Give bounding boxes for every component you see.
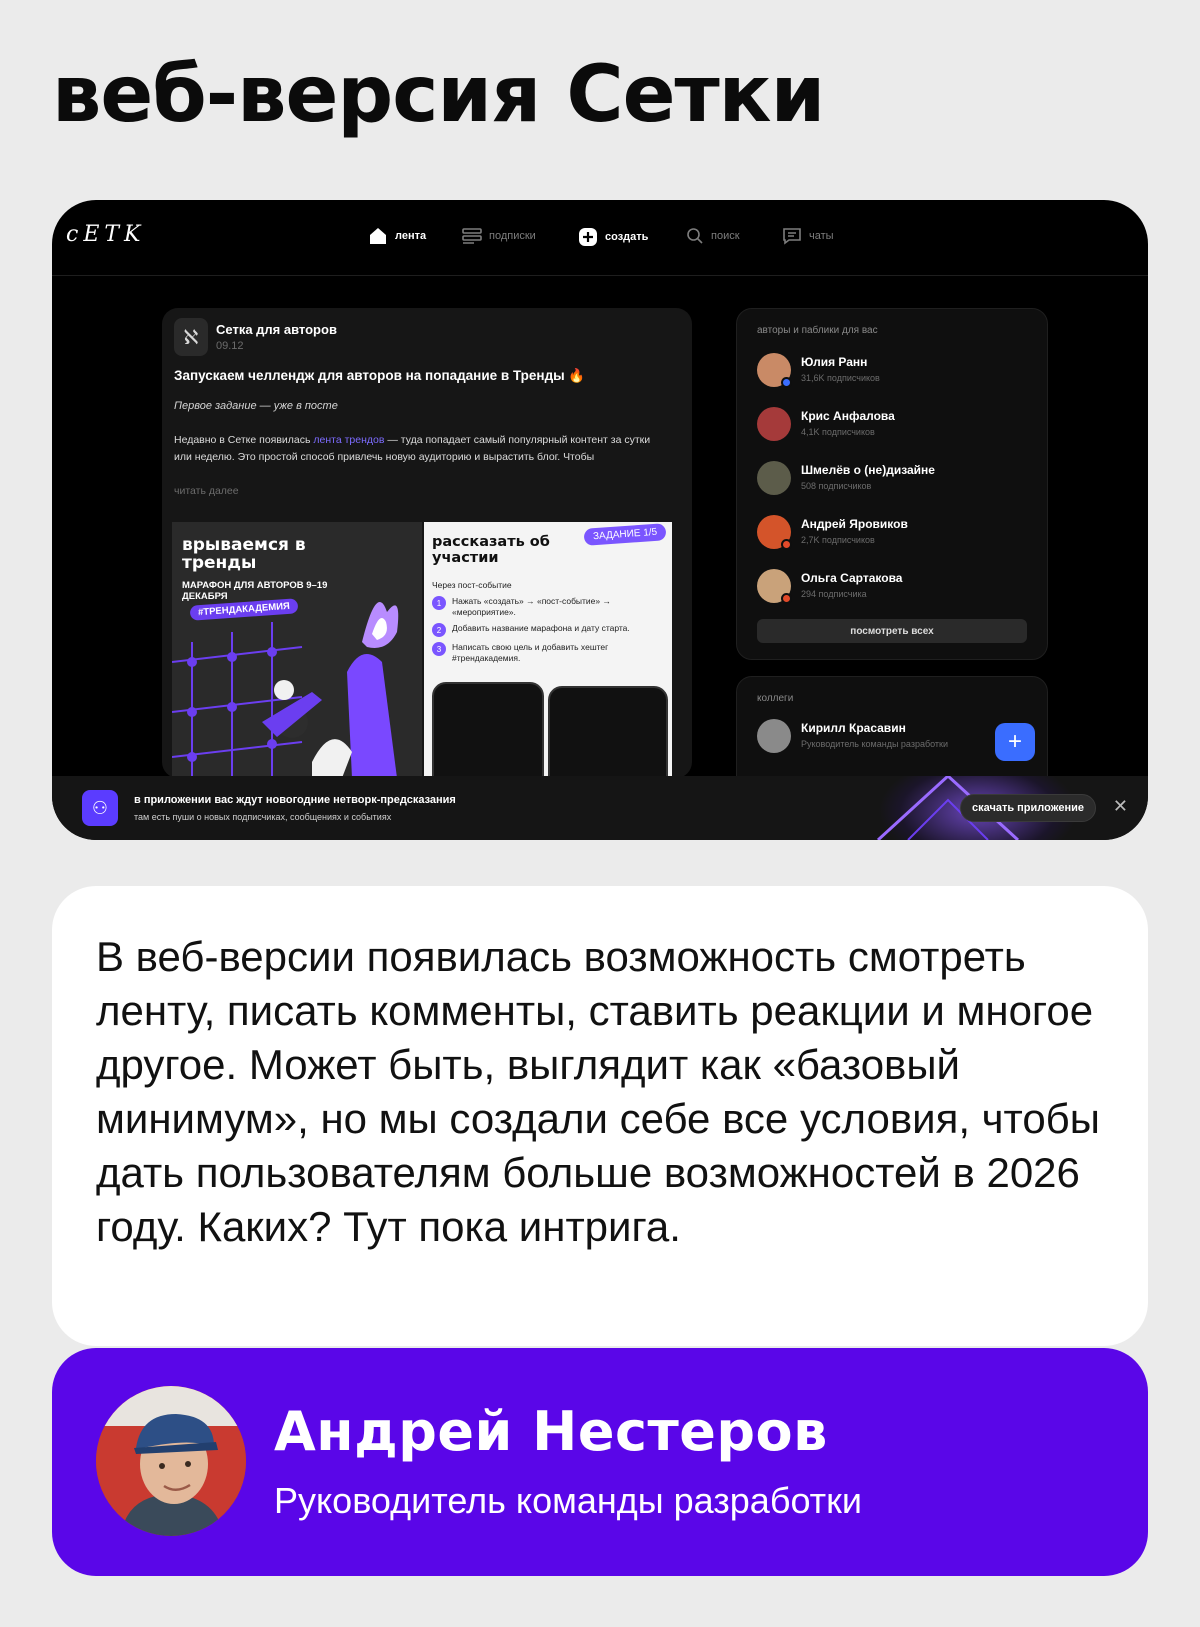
- promo-title: врываемся в тренды: [182, 535, 306, 573]
- status-dot: [781, 593, 792, 604]
- author-suggestion[interactable]: Юлия Ранн 31,6K подписчиков: [757, 351, 1037, 391]
- add-colleague-button[interactable]: +: [995, 723, 1035, 761]
- home-icon: [370, 228, 386, 244]
- author-photo: [96, 1386, 246, 1536]
- subscriptions-icon: [462, 228, 482, 244]
- promo-subtitle: МАРАФОН ДЛЯ АВТОРОВ 9–19 ДЕКАБРЯ: [182, 580, 328, 602]
- description-text: В веб-версии появилась возможность смотр…: [96, 933, 1100, 1250]
- banner-subtitle: там есть пуши о новых подписчиках, сообщ…: [134, 812, 392, 822]
- close-icon[interactable]: ✕: [1113, 796, 1128, 817]
- nav-label: чаты: [809, 230, 834, 242]
- nav-item-chats[interactable]: чаты: [782, 227, 834, 245]
- nav-item-search[interactable]: поиск: [686, 227, 740, 245]
- read-more-link[interactable]: читать далее: [174, 485, 239, 497]
- nav-item-create[interactable]: создать: [578, 227, 648, 247]
- page-title: веб-версия Сетки: [52, 50, 825, 140]
- author-suggestion[interactable]: Крис Анфалова 4,1K подписчиков: [757, 405, 1037, 445]
- promo-image-right[interactable]: ЗАДАНИЕ 1/5 рассказать об участии Через …: [424, 522, 672, 778]
- task-badge: ЗАДАНИЕ 1/5: [583, 523, 667, 546]
- author-followers: 2,7K подписчиков: [801, 535, 875, 545]
- feed-post: ℵ Сетка для авторов 09.12 Запускаем челл…: [162, 308, 692, 778]
- promo-step: 2 Добавить название марафона и дату старт…: [432, 623, 664, 637]
- author-card: Андрей Нестеров Руководитель команды раз…: [52, 1348, 1148, 1576]
- app-promo-banner: ⚇ в приложении вас ждут новогодние нетво…: [52, 776, 1148, 840]
- author-name: Андрей Нестеров: [274, 1400, 828, 1463]
- author-name: Крис Анфалова: [801, 409, 895, 423]
- channel-avatar[interactable]: ℵ: [174, 318, 208, 356]
- promo-image-left[interactable]: врываемся в тренды МАРАФОН ДЛЯ АВТОРОВ 9…: [172, 522, 422, 778]
- author-followers: 508 подписчиков: [801, 481, 872, 491]
- plus-square-icon: [579, 228, 597, 246]
- avatar: [757, 407, 791, 441]
- app-icon: ⚇: [82, 790, 118, 826]
- colleague-name: Кирилл Красавин: [801, 721, 906, 735]
- promo-steps: 1 Нажать «создать» → «пост-событие» → «ме…: [432, 596, 664, 669]
- promo-step: 1 Нажать «создать» → «пост-событие» → «ме…: [432, 596, 664, 618]
- recommended-authors: авторы и паблики для вас Юлия Ранн 31,6K…: [736, 308, 1048, 660]
- nav-label: лента: [395, 230, 427, 242]
- author-followers: 4,1K подписчиков: [801, 427, 875, 437]
- description-card: В веб-версии появилась возможность смотр…: [52, 886, 1148, 1346]
- phone-mockup: [432, 682, 544, 778]
- author-name: Юлия Ранн: [801, 355, 868, 369]
- app-logo[interactable]: cETK: [66, 222, 146, 247]
- colleagues-header: коллеги: [757, 693, 794, 704]
- post-author[interactable]: Сетка для авторов: [216, 322, 337, 337]
- post-date: 09.12: [216, 340, 244, 352]
- nav-label: создать: [605, 231, 649, 243]
- search-icon: [687, 228, 703, 244]
- see-all-button[interactable]: посмотреть всех: [757, 619, 1027, 643]
- promo-step: 3 Написать свою цель и добавить хештег #т…: [432, 642, 664, 664]
- nav-label: подписки: [489, 230, 536, 242]
- promo-task-via: Через пост-событие: [432, 580, 512, 590]
- download-app-button[interactable]: скачать приложение: [959, 794, 1096, 822]
- nav-item-feed[interactable]: лента: [368, 227, 426, 245]
- author-portrait: [96, 1386, 246, 1536]
- author-suggestion[interactable]: Шмелёв о (не)дизайне 508 подписчиков: [757, 459, 1037, 499]
- author-name: Шмелёв о (не)дизайне: [801, 463, 935, 477]
- avatar: [757, 719, 791, 753]
- author-role: Руководитель команды разработки: [274, 1480, 863, 1521]
- recommended-header: авторы и паблики для вас: [757, 325, 878, 336]
- top-navbar: cETK лента подписки создать поиск чаты: [52, 200, 1148, 276]
- post-subtitle: Первое задание — уже в посте: [174, 400, 338, 412]
- plus-icon: +: [1007, 728, 1022, 755]
- nav-label: поиск: [711, 230, 740, 242]
- author-suggestion[interactable]: Андрей Яровиков 2,7K подписчиков: [757, 513, 1037, 553]
- chat-icon: [783, 228, 801, 245]
- trends-link[interactable]: лента трендов: [313, 434, 384, 446]
- banner-title: в приложении вас ждут новогодние нетворк…: [134, 794, 456, 806]
- author-followers: 31,6K подписчиков: [801, 373, 880, 383]
- phone-mockup: [548, 686, 668, 778]
- status-dot: [781, 377, 792, 388]
- post-title: Запускаем челлендж для авторов на попада…: [174, 368, 586, 383]
- promo-task-title: рассказать об участии: [432, 534, 550, 566]
- colleague-role: Руководитель команды разработки: [801, 739, 949, 749]
- author-followers: 294 подписчика: [801, 589, 867, 599]
- author-name: Андрей Яровиков: [801, 517, 908, 531]
- web-app-screenshot: cETK лента подписки создать поиск чаты ℵ…: [52, 200, 1148, 840]
- status-dot: [781, 539, 792, 550]
- nav-item-subscriptions[interactable]: подписки: [462, 227, 536, 245]
- avatar: [757, 461, 791, 495]
- author-name: Ольга Сартакова: [801, 571, 903, 585]
- post-body: Недавно в Сетке появилась лента трендов …: [174, 434, 651, 463]
- author-suggestion[interactable]: Ольга Сартакова 294 подписчика: [757, 567, 1037, 607]
